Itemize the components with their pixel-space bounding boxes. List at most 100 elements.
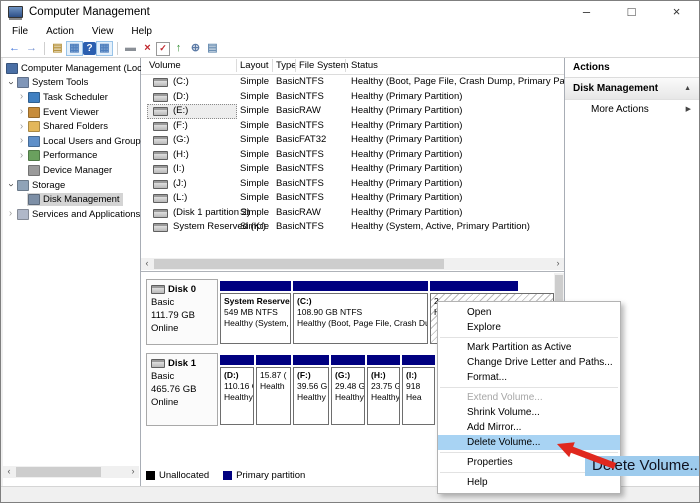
- collapse-chevron-icon[interactable]: ›: [6, 180, 16, 191]
- disk-label-disk-1[interactable]: Disk 1Basic465.76 GBOnline: [146, 353, 218, 426]
- context-menu-item-change-drive-letter-and-paths[interactable]: Change Drive Letter and Paths...: [438, 355, 620, 370]
- column-header-layout[interactable]: Layout: [240, 60, 269, 71]
- sidebar-item-local-users-and-groups[interactable]: ›Local Users and Groups: [16, 134, 140, 149]
- partition-body[interactable]: (I:)918Hea: [402, 367, 435, 425]
- partition-body[interactable]: (D:)110.16 GHealthy: [220, 367, 254, 425]
- volume-row-d[interactable]: (D:)SimpleBasicNTFSHealthy (Primary Part…: [141, 90, 564, 105]
- sidebar-item-event-viewer[interactable]: ›Event Viewer: [16, 105, 140, 120]
- menu-view[interactable]: View: [83, 26, 123, 37]
- column-separator[interactable]: [295, 59, 296, 72]
- disk-status: Online: [151, 396, 217, 409]
- update-icon[interactable]: ▬: [122, 41, 139, 56]
- context-menu-item-help[interactable]: Help: [438, 475, 620, 490]
- column-separator[interactable]: [272, 59, 273, 72]
- forward-icon[interactable]: →: [23, 41, 40, 56]
- expand-chevron-icon[interactable]: ›: [16, 122, 27, 132]
- expand-chevron-icon[interactable]: ›: [16, 151, 27, 161]
- sidebar-item-services-and-applications[interactable]: ›Services and Applications: [5, 207, 140, 222]
- help-icon[interactable]: ?: [83, 42, 96, 55]
- volume-cell: Basic: [276, 105, 299, 116]
- sidebar-item-device-manager[interactable]: Device Manager: [16, 163, 140, 178]
- volume-row-c[interactable]: (C:)SimpleBasicNTFSHealthy (Boot, Page F…: [141, 75, 564, 90]
- column-separator[interactable]: [345, 59, 346, 72]
- scroll-left-icon[interactable]: ‹: [3, 466, 15, 478]
- context-menu-item-shrink-volume[interactable]: Shrink Volume...: [438, 405, 620, 420]
- menu-file[interactable]: File: [3, 26, 37, 37]
- more-actions-item[interactable]: More Actions ▶: [565, 100, 699, 119]
- volume-row-g[interactable]: (G:)SimpleBasicFAT32Healthy (Primary Par…: [141, 133, 564, 148]
- partition-body[interactable]: (F:)39.56 GHealthy: [293, 367, 329, 425]
- column-header-file-system[interactable]: File System: [299, 60, 349, 71]
- check-disk-icon[interactable]: ✓: [156, 42, 170, 56]
- partition-block-i[interactable]: (I:)918Hea: [402, 355, 435, 425]
- context-menu-item-explore[interactable]: Explore: [438, 320, 620, 335]
- volume-row-f[interactable]: (F:)SimpleBasicNTFSHealthy (Primary Part…: [141, 119, 564, 134]
- maximize-button[interactable]: □: [609, 1, 654, 23]
- partition-block-h[interactable]: (H:)23.75 GHealthy: [367, 355, 400, 425]
- properties-icon[interactable]: ▤: [204, 41, 221, 56]
- minimize-button[interactable]: –: [564, 1, 609, 23]
- sidebar-item-storage[interactable]: ›Storage: [5, 178, 140, 193]
- sidebar-item-performance[interactable]: ›Performance: [16, 149, 140, 164]
- volume-row-i[interactable]: (I:)SimpleBasicNTFSHealthy (Primary Part…: [141, 162, 564, 177]
- menu-action[interactable]: Action: [37, 26, 83, 37]
- partition-block-d[interactable]: (D:)110.16 GHealthy: [220, 355, 254, 425]
- volume-row-h[interactable]: (H:)SimpleBasicNTFSHealthy (Primary Part…: [141, 148, 564, 163]
- context-menu-item-format[interactable]: Format...: [438, 370, 620, 385]
- find-icon[interactable]: ⊕: [187, 41, 204, 56]
- sidebar-item-task-scheduler[interactable]: ›Task Scheduler: [16, 90, 140, 105]
- partition-body[interactable]: System Reserve549 MB NTFSHealthy (System…: [220, 293, 291, 344]
- scroll-right-icon[interactable]: ›: [127, 466, 139, 478]
- volume-row-j[interactable]: (J:)SimpleBasicNTFSHealthy (Primary Part…: [141, 177, 564, 192]
- column-header-status[interactable]: Status: [351, 60, 378, 71]
- column-header-type[interactable]: Type: [276, 60, 297, 71]
- expand-chevron-icon[interactable]: ›: [16, 136, 27, 146]
- console-window-icon[interactable]: ▦: [66, 41, 83, 56]
- delete-icon[interactable]: ×: [139, 41, 156, 56]
- partition-block-systemreserve[interactable]: System Reserve549 MB NTFSHealthy (System…: [220, 281, 291, 344]
- sidebar-item-computer-management-local[interactable]: Computer Management (Local: [5, 61, 140, 76]
- volume-row-systemreservedk[interactable]: System Reserved (K:)SimpleBasicNTFSHealt…: [141, 220, 564, 235]
- context-menu-item-mark-partition-as-active[interactable]: Mark Partition as Active: [438, 340, 620, 355]
- back-icon[interactable]: ←: [6, 41, 23, 56]
- collapse-chevron-icon[interactable]: ›: [6, 77, 16, 88]
- sidebar-item-shared-folders[interactable]: ›Shared Folders: [16, 119, 140, 134]
- column-header-volume[interactable]: Volume: [149, 60, 181, 71]
- context-menu-item-extend-volume[interactable]: Extend Volume...: [438, 390, 620, 405]
- partition-body[interactable]: (H:)23.75 GHealthy: [367, 367, 400, 425]
- context-menu-item-add-mirror[interactable]: Add Mirror...: [438, 420, 620, 435]
- up-icon[interactable]: ↑: [170, 41, 187, 56]
- expand-chevron-icon[interactable]: ›: [5, 209, 16, 219]
- partition-block-f[interactable]: (F:)39.56 GHealthy: [293, 355, 329, 425]
- sidebar-item-disk-management[interactable]: Disk Management: [16, 192, 140, 207]
- show-window-icon[interactable]: ▦: [96, 41, 113, 56]
- partition-body[interactable]: 15.87 (Health: [256, 367, 291, 425]
- volume-row-l[interactable]: (L:)SimpleBasicNTFSHealthy (Primary Part…: [141, 191, 564, 206]
- splitter[interactable]: [141, 271, 564, 272]
- partition-block-c[interactable]: (C:)108.90 GB NTFSHealthy (Boot, Page Fi…: [293, 281, 428, 344]
- collapse-icon[interactable]: ▲: [684, 78, 691, 99]
- volume-row-e[interactable]: (E:)SimpleBasicRAWHealthy (Primary Parti…: [141, 104, 564, 119]
- close-button[interactable]: ×: [654, 1, 699, 23]
- volume-list-hscrollbar[interactable]: ‹ ›: [141, 258, 564, 270]
- column-separator[interactable]: [236, 59, 237, 72]
- expand-chevron-icon[interactable]: ›: [16, 107, 27, 117]
- expand-chevron-icon[interactable]: ›: [16, 92, 27, 102]
- scroll-left-icon[interactable]: ‹: [141, 258, 153, 270]
- partition-block-g[interactable]: (G:)29.48 GHealthy: [331, 355, 365, 425]
- partition-block[interactable]: 15.87 (Health: [256, 355, 291, 425]
- volume-icon: [153, 93, 168, 102]
- tree-hscrollbar[interactable]: ‹›: [3, 466, 139, 478]
- scroll-right-icon[interactable]: ›: [552, 258, 564, 270]
- export-list-icon[interactable]: ▤: [49, 41, 66, 56]
- sidebar-item-system-tools[interactable]: ›System Tools: [5, 76, 140, 91]
- scroll-thumb[interactable]: [154, 259, 444, 269]
- volume-row-disk1partition2[interactable]: (Disk 1 partition 2)SimpleBasicRAWHealth…: [141, 206, 564, 221]
- actions-group-disk-management[interactable]: Disk Management ▲: [565, 78, 699, 100]
- partition-body[interactable]: (G:)29.48 GHealthy: [331, 367, 365, 425]
- partition-body[interactable]: (C:)108.90 GB NTFSHealthy (Boot, Page Fi…: [293, 293, 428, 344]
- context-menu-item-open[interactable]: Open: [438, 305, 620, 320]
- menu-help[interactable]: Help: [122, 26, 161, 37]
- scroll-thumb[interactable]: [16, 467, 101, 477]
- disk-label-disk-0[interactable]: Disk 0Basic111.79 GBOnline: [146, 279, 218, 345]
